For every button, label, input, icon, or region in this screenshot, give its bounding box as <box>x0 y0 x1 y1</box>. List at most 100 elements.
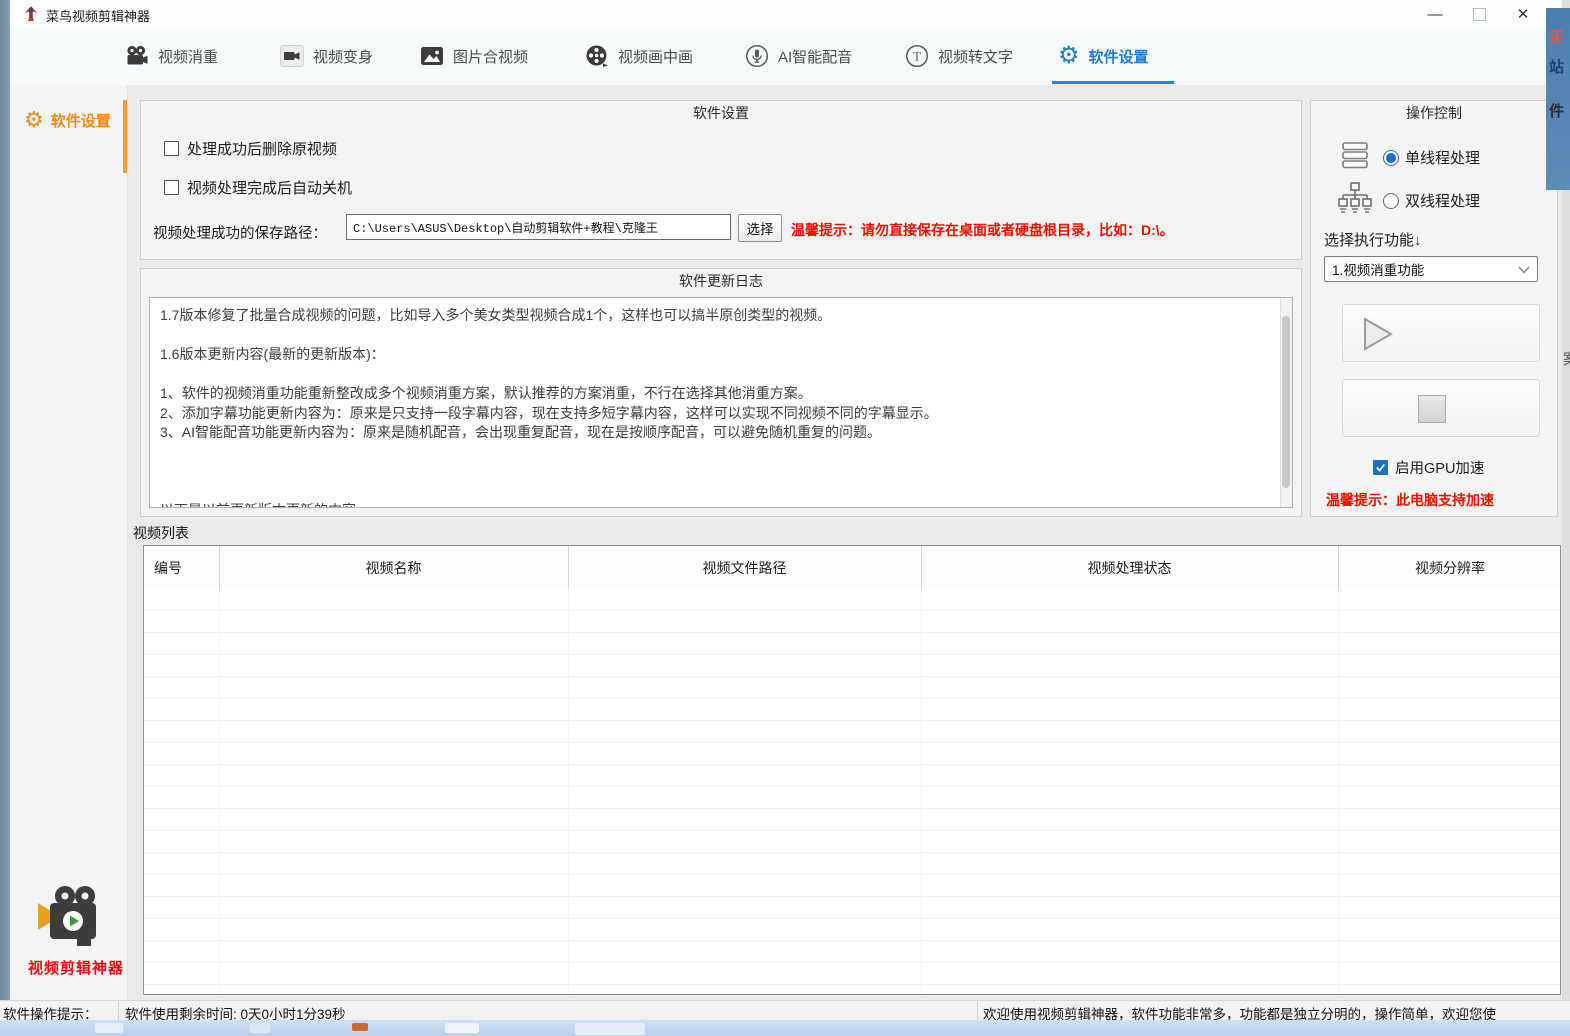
column-line <box>568 589 569 994</box>
minimize-button[interactable]: — <box>1413 0 1457 28</box>
screen: 菜鸟视频剪辑神器 — ✕ 视频消重 视频 <box>0 0 1570 1036</box>
delete-source-checkbox[interactable] <box>164 141 179 156</box>
tab-image-to-video[interactable]: 图片合视频 <box>420 28 528 84</box>
check-icon <box>1375 462 1386 473</box>
app-logo-icon <box>23 5 39 22</box>
col-header-path[interactable]: 视频文件路径 <box>568 546 921 589</box>
gear-icon: ⚙ <box>1058 44 1080 68</box>
changelog-groupbox: 软件更新日志 1.7版本修复了批量合成视频的问题，比如导入多个美女类型视频合成1… <box>140 268 1302 517</box>
app-window: 菜鸟视频剪辑神器 — ✕ 视频消重 视频 <box>10 0 1562 1000</box>
changelog-textarea[interactable]: 1.7版本修复了批量合成视频的问题，比如导入多个美女类型视频合成1个，这样也可以… <box>149 297 1293 508</box>
control-panel: 操作控制 单线程处理 <box>1310 100 1558 517</box>
column-divider <box>568 546 569 589</box>
image-icon <box>420 46 444 66</box>
tab-bar: 视频消重 视频变身 图片合视频 <box>10 28 1562 86</box>
taskbar-item <box>445 1023 479 1033</box>
single-thread-radio-row[interactable]: 单线程处理 <box>1383 147 1480 168</box>
video-list-table[interactable]: 编号 视频名称 视频文件路径 视频处理状态 视频分辨率 <box>143 545 1561 995</box>
movie-camera-icon <box>125 45 149 67</box>
save-path-input[interactable]: C:\Users\ASUS\Desktop\自动剪辑软件+教程\克隆王 <box>346 214 731 240</box>
table-body-empty <box>144 589 1560 994</box>
status-welcome-text: 欢迎使用视频剪辑神器，软件功能非常多，功能都是独立分明的，操作简单，欢迎您使 <box>983 1003 1496 1021</box>
column-line <box>921 589 922 994</box>
control-panel-title: 操作控制 <box>1311 103 1557 123</box>
gpu-warning-text: 温馨提示：此电脑支持加速 <box>1326 490 1494 510</box>
delete-source-checkbox-row[interactable]: 处理成功后删除原视频 <box>164 138 337 159</box>
double-thread-icon <box>1337 181 1373 217</box>
tab-video-to-text[interactable]: T 视频转文字 <box>905 28 1013 84</box>
auto-shutdown-checkbox[interactable] <box>164 180 179 195</box>
taskbar-item <box>95 1023 123 1033</box>
single-thread-radio[interactable] <box>1383 150 1399 166</box>
content-area: ⚙ 软件设置 视频剪辑神器 软件设置 <box>10 85 1562 1000</box>
camcorder-icon <box>280 44 304 68</box>
brand-label: 视频剪辑神器 <box>26 957 126 978</box>
col-header-status[interactable]: 视频处理状态 <box>921 546 1338 589</box>
table-header: 编号 视频名称 视频文件路径 视频处理状态 视频分辨率 <box>144 546 1560 590</box>
auto-shutdown-checkbox-row[interactable]: 视频处理完成后自动关机 <box>164 177 352 198</box>
tab-video-dedup[interactable]: 视频消重 <box>125 28 218 84</box>
gear-icon: ⚙ <box>24 108 44 132</box>
svg-text:T: T <box>913 49 921 64</box>
choose-path-button[interactable]: 选择 <box>738 214 782 242</box>
chevron-down-icon <box>1518 266 1530 274</box>
sidebar-item-settings[interactable]: ⚙ 软件设置 <box>24 108 111 132</box>
status-remaining-time: 软件使用剩余时间: 0天0小时1分39秒 <box>125 1003 346 1021</box>
active-tab-underline <box>1052 81 1174 84</box>
col-header-resolution[interactable]: 视频分辨率 <box>1338 546 1562 589</box>
microphone-icon <box>745 44 769 68</box>
tab-ai-voice[interactable]: AI智能配音 <box>745 28 852 84</box>
background-window-edge: 买 站 件 <box>1546 8 1570 190</box>
column-line <box>219 589 220 994</box>
scrollbar-thumb[interactable] <box>1282 316 1290 488</box>
tab-video-transform[interactable]: 视频变身 <box>280 28 373 84</box>
background-text-fragment: 站 <box>1549 56 1564 77</box>
gpu-checkbox-row[interactable]: 启用GPU加速 <box>1373 457 1484 478</box>
single-thread-icon <box>1339 139 1371 171</box>
close-button[interactable]: ✕ <box>1501 0 1545 28</box>
col-header-index[interactable]: 编号 <box>144 546 219 589</box>
changelog-text: 1.7版本修复了批量合成视频的问题，比如导入多个美女类型视频合成1个，这样也可以… <box>160 306 1260 508</box>
column-divider <box>1338 546 1339 589</box>
status-bar: 软件操作提示： 软件使用剩余时间: 0天0小时1分39秒 欢迎使用视频剪辑神器，… <box>0 1000 1570 1021</box>
save-path-label: 视频处理成功的保存路径： <box>153 222 327 243</box>
tab-software-settings[interactable]: ⚙ 软件设置 <box>1058 28 1149 84</box>
maximize-button[interactable] <box>1457 0 1501 28</box>
background-text-fragment: 件 <box>1549 100 1564 121</box>
column-divider <box>219 546 220 589</box>
settings-box-title: 软件设置 <box>141 103 1301 123</box>
taskbar-strip <box>0 1020 1570 1036</box>
function-select[interactable]: 1.视频消重功能 <box>1324 256 1538 282</box>
taskbar-item <box>352 1023 368 1031</box>
sidebar-active-indicator <box>123 100 127 173</box>
play-icon <box>1363 317 1393 351</box>
background-text-fragment: 案 <box>1563 348 1570 369</box>
function-select-label: 选择执行功能↓ <box>1324 229 1422 250</box>
taskbar-item <box>575 1023 645 1035</box>
col-header-name[interactable]: 视频名称 <box>219 546 568 589</box>
gpu-checkbox[interactable] <box>1373 460 1388 475</box>
save-path-warning: 温馨提示：请勿直接保存在桌面或者硬盘根目录，比如：D:\。 <box>791 220 1174 240</box>
column-divider <box>921 546 922 589</box>
status-divider <box>118 1002 119 1020</box>
letter-t-icon: T <box>905 44 929 68</box>
sidebar: ⚙ 软件设置 视频剪辑神器 <box>10 85 128 1000</box>
status-divider <box>977 1002 978 1020</box>
taskbar-item <box>250 1023 270 1033</box>
start-button[interactable] <box>1342 304 1540 362</box>
video-camera-logo <box>35 883 111 951</box>
changelog-box-title: 软件更新日志 <box>141 271 1301 291</box>
double-thread-radio[interactable] <box>1383 193 1399 209</box>
settings-groupbox: 软件设置 处理成功后删除原视频 视频处理完成后自动关机 视频处理成功的保存路径：… <box>140 100 1302 260</box>
window-title: 菜鸟视频剪辑神器 <box>46 6 150 25</box>
tab-video-pip[interactable]: 视频画中画 <box>585 28 693 84</box>
double-thread-radio-row[interactable]: 双线程处理 <box>1383 190 1480 211</box>
column-line <box>1338 589 1339 994</box>
film-reel-icon <box>585 44 609 68</box>
status-left-label: 软件操作提示： <box>3 1003 98 1021</box>
changelog-scrollbar[interactable] <box>1280 298 1292 507</box>
desktop-background-left <box>0 0 10 1036</box>
stop-button[interactable] <box>1342 379 1540 437</box>
background-text-fragment: 买 <box>1549 26 1564 47</box>
maximize-icon <box>1473 8 1486 21</box>
